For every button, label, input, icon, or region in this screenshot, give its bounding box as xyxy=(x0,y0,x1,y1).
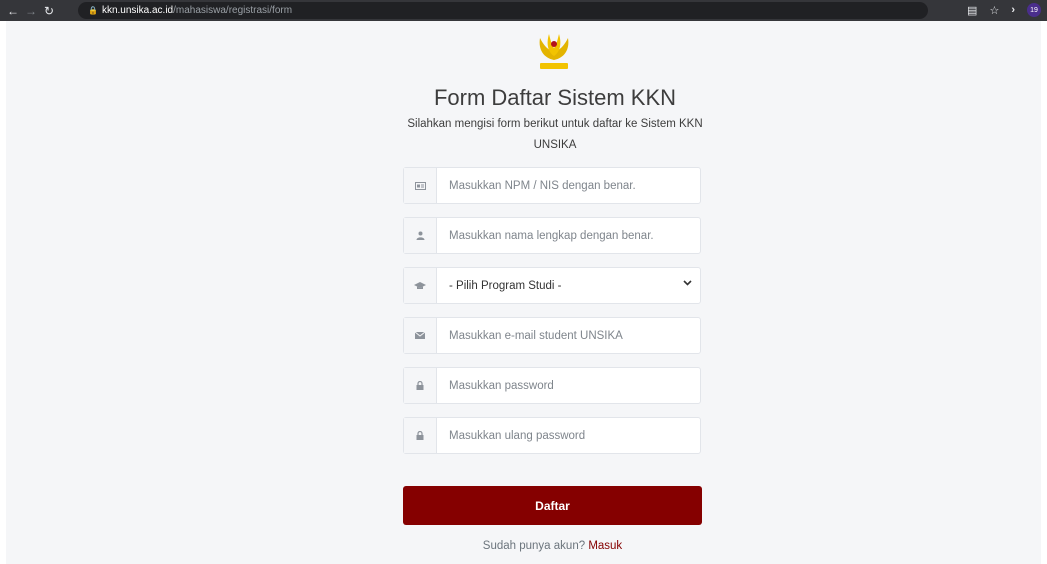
lock-icon: 🔒 xyxy=(88,6,98,15)
npm-field xyxy=(403,167,701,204)
lock-icon xyxy=(404,418,437,453)
address-bar[interactable]: 🔒 kkn.unsika.ac.id/mahasiswa/registrasi/… xyxy=(78,2,928,19)
url-host: kkn.unsika.ac.id xyxy=(101,5,174,16)
url-path: /mahasiswa/registrasi/form xyxy=(173,5,293,16)
password-confirm-input[interactable] xyxy=(437,418,700,453)
translate-icon[interactable]: ▤ xyxy=(967,4,977,17)
password-field xyxy=(403,367,701,404)
page-subtitle: Silahkan mengisi form berikut untuk daft… xyxy=(407,118,703,151)
back-icon[interactable]: ← xyxy=(4,4,22,18)
fullname-input[interactable] xyxy=(437,218,700,253)
password-input[interactable] xyxy=(437,368,700,403)
password-confirm-field xyxy=(403,417,701,454)
extension-badge[interactable]: 19 xyxy=(1027,3,1041,17)
forward-icon[interactable]: → xyxy=(22,4,40,18)
login-prompt: Sudah punya akun? Masuk xyxy=(403,540,702,552)
unsika-logo xyxy=(539,34,569,69)
login-link[interactable]: Masuk xyxy=(588,540,622,552)
program-select[interactable]: - Pilih Program Studi - xyxy=(437,268,700,303)
page-title: Form Daftar Sistem KKN xyxy=(433,85,677,110)
login-prompt-text: Sudah punya akun? xyxy=(482,540,586,552)
register-button[interactable]: Daftar xyxy=(403,486,702,525)
envelope-icon xyxy=(404,318,437,353)
id-card-icon xyxy=(404,168,437,203)
email-field xyxy=(403,317,701,354)
extension-arrow-icon[interactable]: › xyxy=(1011,4,1015,16)
program-select-value: - Pilih Program Studi - xyxy=(449,279,562,292)
reload-icon[interactable]: ↻ xyxy=(40,4,58,18)
email-input[interactable] xyxy=(437,318,700,353)
browser-toolbar: ← → ↻ 🔒 kkn.unsika.ac.id/mahasiswa/regis… xyxy=(0,0,1047,21)
npm-input[interactable] xyxy=(437,168,700,203)
user-icon xyxy=(404,218,437,253)
bookmark-star-icon[interactable]: ☆ xyxy=(989,4,999,17)
program-field: - Pilih Program Studi - xyxy=(403,267,701,304)
graduation-cap-icon xyxy=(404,268,437,303)
name-field xyxy=(403,217,701,254)
chevron-down-icon xyxy=(683,278,692,289)
lock-icon xyxy=(404,368,437,403)
